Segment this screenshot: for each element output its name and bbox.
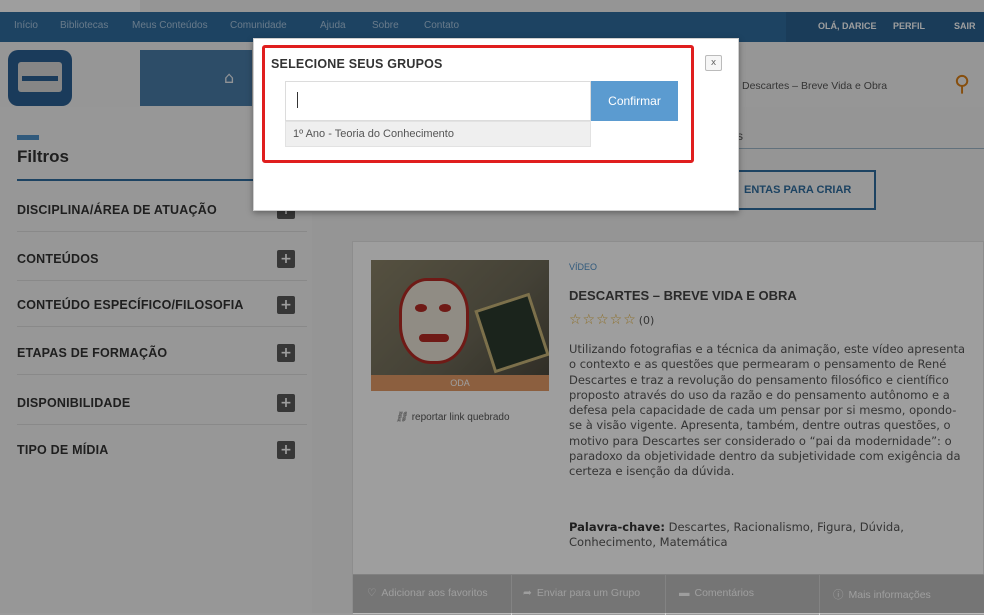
red-highlight-box	[262, 45, 694, 163]
close-icon[interactable]: x	[705, 55, 722, 71]
